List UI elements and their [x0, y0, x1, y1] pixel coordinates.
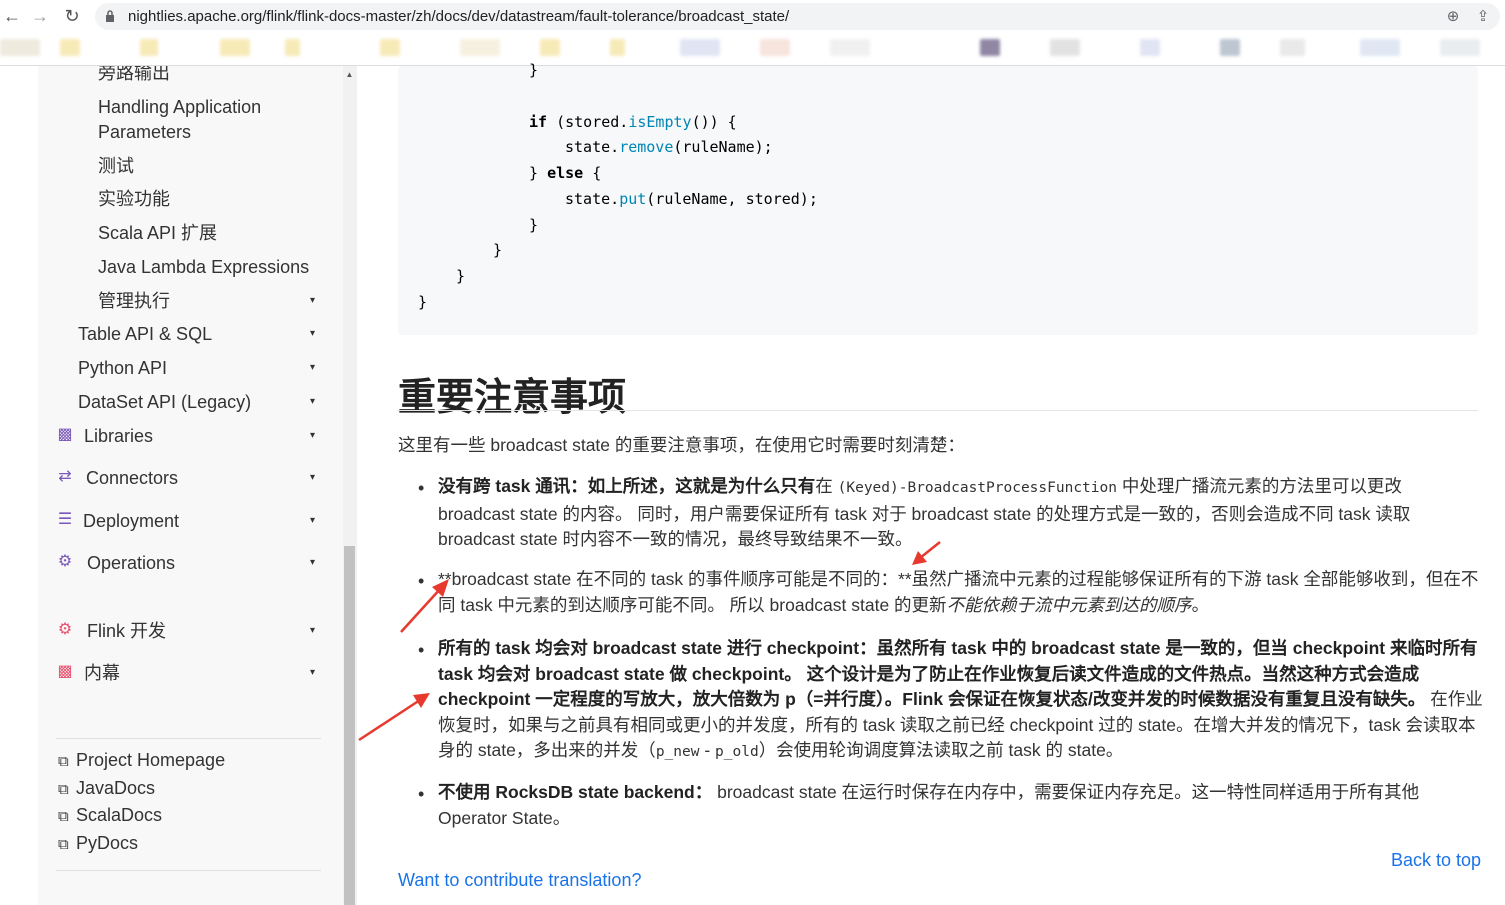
- code-line: }: [529, 216, 539, 234]
- code-block: } if (stored.isEmpty()) { state.remove(r…: [398, 61, 1478, 335]
- sidebar-scrollbar-thumb[interactable]: [344, 546, 355, 905]
- sidebar-item-internals[interactable]: 内幕: [84, 662, 120, 684]
- chevron-down-icon[interactable]: ▾: [310, 362, 315, 373]
- bullet: •: [418, 571, 425, 591]
- chevron-down-icon[interactable]: ▾: [310, 472, 315, 483]
- external-link-icon: ⧉: [58, 781, 69, 798]
- list-item: 所有的 task 均会对 broadcast state 进行 checkpoi…: [438, 638, 1483, 760]
- share-icon[interactable]: ⇪: [1473, 7, 1493, 27]
- sidebar-item-operations[interactable]: Operations: [87, 552, 175, 574]
- sidebar-item-java-lambda[interactable]: Java Lambda Expressions: [98, 256, 309, 278]
- sidebar-item-side-output[interactable]: 旁路输出: [98, 66, 170, 84]
- bookmarks-bar: [0, 36, 1505, 60]
- code-line: }: [418, 293, 428, 311]
- book-icon: ▩: [57, 426, 73, 443]
- lock-icon: [106, 10, 114, 22]
- code-line: }: [493, 241, 503, 259]
- link-scaladocs[interactable]: ⧉ ScalaDocs: [58, 805, 162, 826]
- sidebar-item-libraries[interactable]: Libraries: [84, 425, 153, 447]
- external-link-icon: ⧉: [58, 836, 69, 853]
- list-item: **broadcast state 在不同的 task 的事件顺序可能是不同的：…: [438, 569, 1479, 615]
- forward-icon[interactable]: →: [28, 4, 52, 28]
- link-project-homepage[interactable]: ⧉ Project Homepage: [58, 750, 225, 771]
- sidebar-item-connectors[interactable]: Connectors: [86, 467, 178, 489]
- contribute-translation-link[interactable]: Want to contribute translation?: [398, 870, 641, 891]
- sidebar-item-deployment[interactable]: Deployment: [83, 510, 179, 532]
- code-line: state.put(ruleName, stored);: [565, 190, 818, 208]
- list-item: 没有跨 task 通讯：如上所述，这就是为什么只有在 (Keyed)-Broad…: [438, 476, 1411, 549]
- link-pydocs[interactable]: ⧉ PyDocs: [58, 833, 138, 854]
- intro-text: 这里有一些 broadcast state 的重要注意事项，在使用它时需要时刻清…: [398, 435, 965, 455]
- address-bar[interactable]: nightlies.apache.org/flink/flink-docs-ma…: [95, 3, 1500, 30]
- chevron-down-icon[interactable]: ▾: [310, 430, 315, 441]
- sidebar-item-scala-api[interactable]: Scala API 扩展: [98, 222, 217, 244]
- sidebar-item-handling-params-2[interactable]: Parameters: [98, 121, 191, 143]
- chevron-down-icon[interactable]: ▾: [310, 667, 315, 678]
- sidebar-item-flink-dev[interactable]: Flink 开发: [87, 620, 166, 642]
- annotation-arrow: [400, 587, 442, 633]
- annotation-arrow: [358, 698, 421, 742]
- code-line: } else {: [529, 164, 602, 182]
- chevron-down-icon[interactable]: ▾: [310, 328, 315, 339]
- cogs-icon: ⚙: [57, 553, 73, 570]
- chevron-down-icon[interactable]: ▾: [310, 557, 315, 568]
- sliders-icon: ☰: [57, 511, 73, 528]
- chevron-down-icon[interactable]: ▾: [310, 515, 315, 526]
- chevron-down-icon[interactable]: ▾: [310, 295, 315, 306]
- list-item: 不使用 RocksDB state backend： broadcast sta…: [438, 782, 1420, 828]
- divider: [398, 410, 1478, 411]
- sidebar-item-execution[interactable]: 管理执行: [98, 290, 170, 312]
- external-link-icon: ⧉: [58, 808, 69, 825]
- code-line: }: [456, 267, 466, 285]
- code-line: }: [529, 61, 539, 79]
- back-to-top-link[interactable]: Back to top: [1391, 850, 1481, 871]
- zoom-icon[interactable]: ⊕: [1443, 7, 1463, 27]
- book-icon: ▩: [57, 663, 73, 680]
- annotation-arrow-head: [413, 693, 430, 708]
- annotation-arrow-head: [912, 551, 927, 565]
- code-line: state.remove(ruleName);: [565, 138, 773, 156]
- reload-icon[interactable]: ↻: [60, 4, 84, 28]
- sidebar-item-handling-params[interactable]: Handling Application: [98, 96, 261, 118]
- back-icon[interactable]: ←: [0, 4, 24, 28]
- bullet: •: [418, 640, 425, 660]
- section-heading: 重要注意事项: [398, 377, 627, 419]
- chevron-down-icon[interactable]: ▾: [310, 396, 315, 407]
- external-link-icon: ⧉: [58, 753, 69, 770]
- sidebar-item-testing[interactable]: 测试: [98, 155, 134, 177]
- sidebar-item-table-api[interactable]: Table API & SQL: [78, 323, 212, 345]
- chevron-down-icon[interactable]: ▾: [310, 625, 315, 636]
- sidebar-item-dataset-api[interactable]: DataSet API (Legacy): [78, 391, 251, 413]
- scroll-up-icon[interactable]: ▲: [344, 70, 355, 80]
- sidebar-item-experimental[interactable]: 实验功能: [98, 188, 170, 210]
- divider: [56, 738, 321, 739]
- sidebar: 旁路输出 Handling Application Parameters 测试 …: [38, 66, 343, 905]
- link-javadocs[interactable]: ⧉ JavaDocs: [58, 778, 155, 799]
- bullet: •: [418, 478, 425, 498]
- bullet: •: [418, 784, 425, 804]
- browser-toolbar: ← → ↻ nightlies.apache.org/flink/flink-d…: [0, 0, 1505, 33]
- url-text[interactable]: nightlies.apache.org/flink/flink-docs-ma…: [128, 8, 789, 25]
- divider: [56, 870, 321, 871]
- shuffle-icon: ⇄: [58, 468, 72, 485]
- cogs-icon: ⚙: [57, 621, 73, 638]
- sidebar-item-python-api[interactable]: Python API: [78, 357, 167, 379]
- code-line: if (stored.isEmpty()) {: [529, 113, 737, 131]
